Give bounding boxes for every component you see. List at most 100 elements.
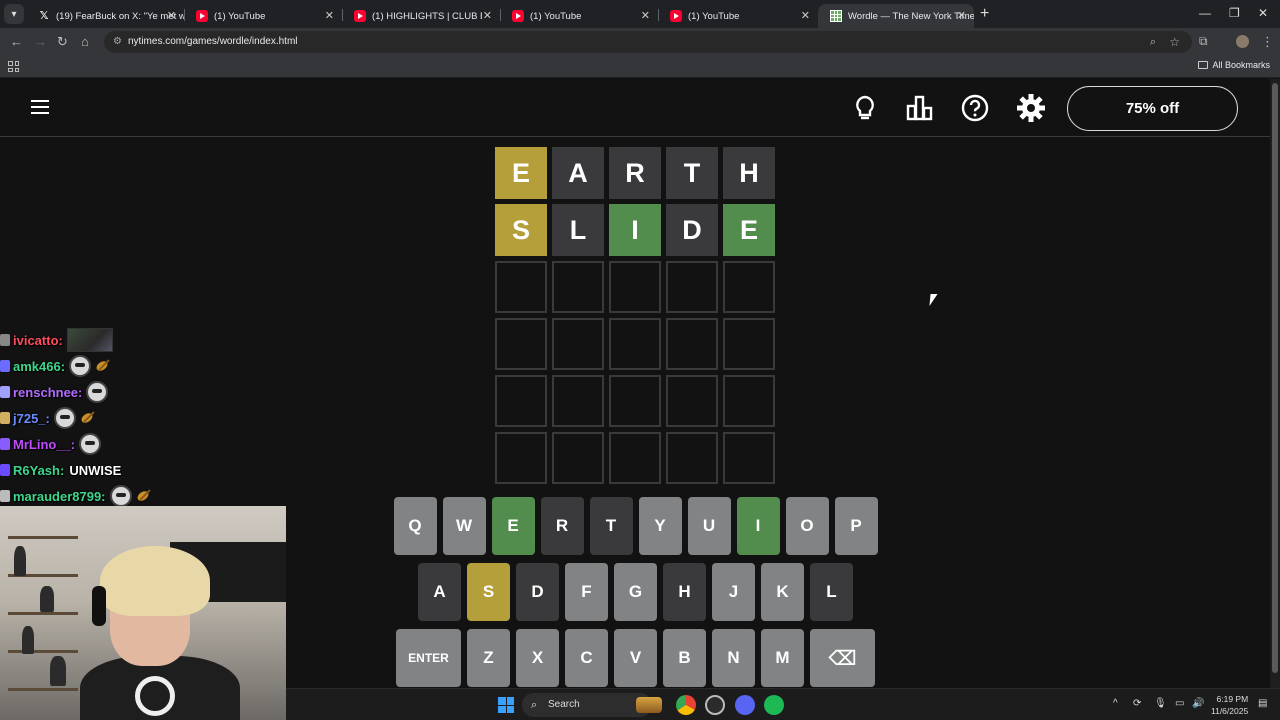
steam-icon[interactable] bbox=[705, 695, 725, 715]
bookmark-star-icon[interactable]: ☆ bbox=[1169, 31, 1180, 53]
key-j[interactable]: J bbox=[712, 563, 755, 621]
board-tile: T bbox=[666, 147, 718, 199]
settings-gear-icon[interactable] bbox=[1016, 94, 1046, 122]
url-field[interactable]: ⚙ nytimes.com/games/wordle/index.html ⌕ … bbox=[104, 31, 1192, 53]
backspace-icon: ⌫ bbox=[828, 647, 857, 670]
close-icon[interactable]: ✕ bbox=[167, 9, 176, 22]
key-h[interactable]: H bbox=[663, 563, 706, 621]
key-x[interactable]: X bbox=[516, 629, 559, 687]
key-o[interactable]: O bbox=[785, 497, 829, 555]
board-tile bbox=[723, 261, 775, 313]
zoom-icon[interactable]: ⌕ bbox=[1150, 31, 1156, 53]
windows-start-icon[interactable] bbox=[498, 697, 514, 713]
hint-lightbulb-icon[interactable] bbox=[850, 94, 880, 122]
key-y[interactable]: Y bbox=[638, 497, 682, 555]
tab-fearbuck[interactable]: 𝕏 (19) FearBuck on X: "Ye met with ✕ bbox=[26, 4, 184, 28]
microphone-icon[interactable]: 🎙 bbox=[1154, 698, 1167, 709]
backspace-key[interactable]: ⌫ bbox=[810, 629, 875, 687]
statistics-icon[interactable] bbox=[905, 94, 935, 122]
clock-date: 11/6/2025 bbox=[1211, 706, 1249, 716]
profile-avatar[interactable] bbox=[1236, 35, 1249, 48]
notification-icon[interactable]: ▤ bbox=[1258, 698, 1267, 709]
page-scrollbar[interactable] bbox=[1270, 79, 1280, 688]
tab-youtube-1[interactable]: (1) YouTube ✕ bbox=[184, 4, 342, 28]
tab-youtube-3[interactable]: (1) YouTube ✕ bbox=[658, 4, 818, 28]
restore-icon[interactable]: ❐ bbox=[1229, 6, 1240, 20]
enter-key[interactable]: ENTER bbox=[396, 629, 461, 687]
site-info-icon[interactable]: ⚙ bbox=[113, 31, 122, 53]
board-tile: A bbox=[552, 147, 604, 199]
tab-wordle[interactable]: Wordle — The New York Times ✕ bbox=[818, 4, 974, 28]
reload-icon[interactable]: ↻ bbox=[57, 34, 68, 50]
tray-sync-icon[interactable]: ⟳ bbox=[1133, 698, 1141, 709]
key-t[interactable]: T bbox=[589, 497, 633, 555]
taskbar-clock[interactable]: 6:19 PM 11/6/2025 bbox=[1211, 693, 1248, 717]
face-emote-icon bbox=[53, 407, 76, 429]
close-icon[interactable]: ✕ bbox=[641, 9, 650, 22]
key-d[interactable]: D bbox=[516, 563, 559, 621]
window-close-icon[interactable]: ✕ bbox=[1258, 6, 1268, 20]
key-s[interactable]: S bbox=[467, 563, 510, 621]
key-r[interactable]: R bbox=[540, 497, 584, 555]
key-f[interactable]: F bbox=[565, 563, 608, 621]
volume-icon[interactable]: 🔊 bbox=[1192, 698, 1204, 709]
network-icon[interactable]: ▭ bbox=[1175, 698, 1184, 709]
chat-username: amk466: bbox=[13, 358, 66, 374]
chat-message: renschnee: bbox=[0, 379, 290, 405]
key-c[interactable]: C bbox=[565, 629, 608, 687]
minimize-icon[interactable]: — bbox=[1199, 6, 1211, 20]
key-k[interactable]: K bbox=[761, 563, 804, 621]
key-p[interactable]: P bbox=[834, 497, 878, 555]
face-emote-icon bbox=[69, 355, 92, 377]
tray-overflow-icon[interactable]: ^ bbox=[1113, 698, 1118, 709]
hamburger-menu-icon[interactable] bbox=[31, 100, 49, 114]
key-n[interactable]: N bbox=[712, 629, 755, 687]
extensions-icon[interactable]: ⧉ bbox=[1199, 34, 1208, 49]
close-icon[interactable]: ✕ bbox=[801, 9, 810, 22]
wordle-icon bbox=[830, 10, 842, 22]
taskbar-widget-icon[interactable] bbox=[636, 697, 662, 713]
close-icon[interactable]: ✕ bbox=[957, 9, 966, 22]
all-bookmarks-button[interactable]: All Bookmarks bbox=[1198, 60, 1270, 70]
spotify-icon[interactable] bbox=[764, 695, 784, 715]
face-emote-icon bbox=[86, 381, 109, 403]
close-icon[interactable]: ✕ bbox=[325, 9, 334, 22]
key-i[interactable]: I bbox=[736, 497, 780, 555]
board-tile bbox=[723, 432, 775, 484]
face-emote-icon bbox=[79, 433, 102, 455]
key-v[interactable]: V bbox=[614, 629, 657, 687]
tab-highlights[interactable]: (1) HIGHLIGHTS | CLUB BRUGGE ✕ bbox=[342, 4, 500, 28]
violin-emote-icon bbox=[78, 408, 98, 428]
forward-icon[interactable]: → bbox=[34, 34, 47, 49]
discord-icon[interactable] bbox=[735, 695, 755, 715]
keyboard-row: ASDFGHJKL bbox=[393, 563, 878, 621]
key-q[interactable]: Q bbox=[393, 497, 437, 555]
key-m[interactable]: M bbox=[761, 629, 804, 687]
scrollbar-thumb[interactable] bbox=[1272, 83, 1278, 673]
tab-youtube-2[interactable]: (1) YouTube ✕ bbox=[500, 4, 658, 28]
key-w[interactable]: W bbox=[442, 497, 486, 555]
chrome-icon[interactable] bbox=[676, 695, 696, 715]
key-e[interactable]: E bbox=[491, 497, 535, 555]
close-icon[interactable]: ✕ bbox=[483, 9, 492, 22]
key-b[interactable]: B bbox=[663, 629, 706, 687]
tab-search-button[interactable]: ▾ bbox=[4, 4, 24, 24]
subscribe-promo-button[interactable]: 75% off bbox=[1067, 86, 1238, 131]
on-screen-keyboard: Q W E R T Y U I O P A S D F G H J K L ENTER Z X C V B N M ⌫ bbox=[393, 497, 878, 695]
taskbar-search-box[interactable]: ⌕ Search bbox=[522, 693, 652, 717]
chat-username: renschnee: bbox=[13, 384, 83, 400]
key-l[interactable]: L bbox=[810, 563, 853, 621]
browser-menu-icon[interactable]: ⋮ bbox=[1261, 34, 1274, 50]
back-icon[interactable]: ← bbox=[10, 34, 23, 49]
key-g[interactable]: G bbox=[614, 563, 657, 621]
key-u[interactable]: U bbox=[687, 497, 731, 555]
tab-title: (1) YouTube bbox=[214, 10, 266, 22]
folder-icon bbox=[1198, 61, 1209, 69]
key-z[interactable]: Z bbox=[467, 629, 510, 687]
key-a[interactable]: A bbox=[418, 563, 461, 621]
board-tile bbox=[552, 432, 604, 484]
home-icon[interactable]: ⌂ bbox=[81, 34, 89, 49]
new-tab-button[interactable]: + bbox=[980, 5, 989, 23]
apps-grid-icon[interactable] bbox=[8, 61, 19, 72]
help-icon[interactable] bbox=[960, 94, 990, 122]
